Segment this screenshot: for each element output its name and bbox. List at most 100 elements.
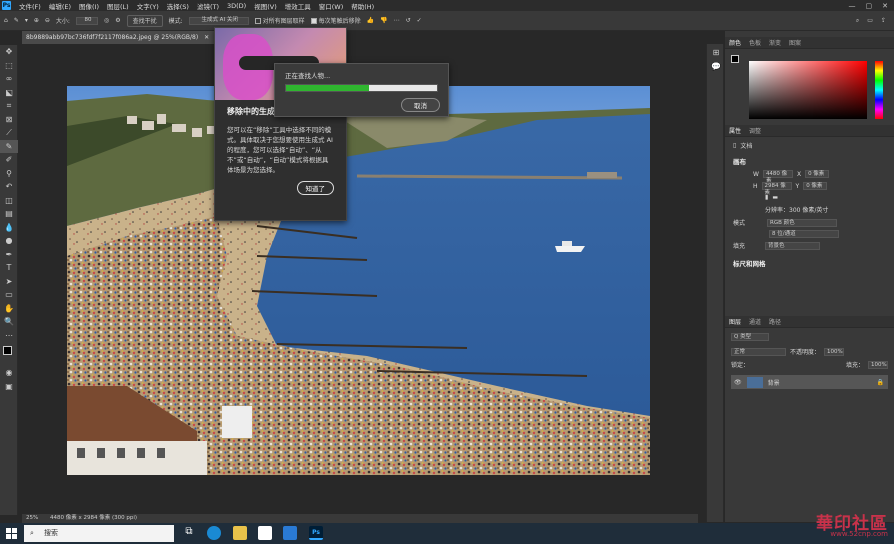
- quick-mask-icon[interactable]: ◉: [0, 366, 18, 380]
- beach-photo[interactable]: [67, 86, 650, 475]
- more-icon[interactable]: ⋯: [394, 15, 400, 27]
- object-select-tool-icon[interactable]: ⬕: [0, 86, 18, 100]
- marquee-tool-icon[interactable]: ⬚: [0, 59, 18, 73]
- share-icon[interactable]: ⇪: [881, 15, 886, 27]
- history-brush-icon[interactable]: ↶: [0, 180, 18, 194]
- menu-3d[interactable]: 3D(D): [223, 2, 250, 10]
- menu-select[interactable]: 选择(S): [163, 1, 193, 11]
- type-tool-icon[interactable]: T: [0, 261, 18, 275]
- saturation-field[interactable]: [749, 61, 867, 119]
- blend-mode-select[interactable]: 正常: [731, 347, 786, 356]
- tab-properties[interactable]: 属性: [729, 126, 741, 135]
- thumbs-down-icon[interactable]: 👎: [380, 15, 387, 27]
- more-tools-icon[interactable]: ⋯: [0, 329, 18, 343]
- visibility-eye-icon[interactable]: 👁: [734, 379, 742, 386]
- eraser-tool-icon[interactable]: ◫: [0, 194, 18, 208]
- menu-window[interactable]: 窗口(W): [315, 1, 348, 11]
- frame-tool-icon[interactable]: ⊠: [0, 113, 18, 127]
- got-it-button[interactable]: 知道了: [296, 181, 334, 195]
- tab-paths[interactable]: 路径: [769, 317, 781, 326]
- taskbar-search-input[interactable]: ⌕ 搜索: [24, 525, 174, 542]
- opacity-input[interactable]: 100%: [824, 347, 845, 356]
- shape-tool-icon[interactable]: ▭: [0, 288, 18, 302]
- sample-all-checkbox[interactable]: 对所有图层取样: [254, 15, 305, 27]
- portrait-icon[interactable]: ▮: [765, 194, 768, 201]
- remove-after-stroke-checkbox[interactable]: 每次笔触后移除: [310, 15, 361, 27]
- fill-opacity-input[interactable]: 100%: [868, 360, 888, 369]
- file-explorer-icon[interactable]: [233, 526, 247, 540]
- menu-view[interactable]: 视图(V): [250, 1, 281, 11]
- home-icon[interactable]: ⌂: [4, 15, 8, 27]
- foreground-color-swatch[interactable]: [3, 346, 12, 355]
- photoshop-logo-icon[interactable]: Ps: [2, 1, 11, 10]
- zoom-tool-icon[interactable]: 🔍: [0, 315, 18, 329]
- workspace-icon[interactable]: ▭: [867, 15, 873, 27]
- screen-mode-icon[interactable]: ▣: [0, 380, 18, 394]
- size-input[interactable]: 80: [75, 16, 98, 25]
- menu-edit[interactable]: 编辑(E): [45, 1, 75, 11]
- maximize-icon[interactable]: ▢: [866, 2, 873, 10]
- task-view-icon[interactable]: ⧉: [182, 526, 196, 540]
- menu-file[interactable]: 文件(F): [15, 1, 45, 11]
- layer-filter-select[interactable]: Q 类型: [731, 333, 769, 341]
- mode-select[interactable]: 生成式 AI 关闭: [188, 16, 249, 25]
- history-panel-icon[interactable]: ⊞: [707, 46, 725, 60]
- crop-tool-icon[interactable]: ⌗: [0, 99, 18, 113]
- remove-tool-icon[interactable]: ✎: [0, 139, 18, 153]
- landscape-icon[interactable]: ▬: [772, 194, 778, 201]
- x-input[interactable]: 0 像素: [805, 170, 830, 178]
- tab-color[interactable]: 颜色: [729, 38, 741, 47]
- store-icon[interactable]: [258, 526, 272, 540]
- bit-depth-select[interactable]: 8 位/通道: [769, 230, 839, 238]
- pressure-icon[interactable]: ◎: [104, 15, 109, 27]
- layer-row-background[interactable]: 👁 背景 🔒: [731, 375, 888, 389]
- foreground-swatch[interactable]: [731, 55, 739, 63]
- gradient-tool-icon[interactable]: ▤: [0, 207, 18, 221]
- close-tab-icon[interactable]: ✕: [204, 34, 209, 41]
- minimize-icon[interactable]: —: [849, 2, 856, 10]
- tab-adjustments[interactable]: 调整: [749, 126, 761, 135]
- brush-tool-icon[interactable]: ✐: [0, 153, 18, 167]
- document-tab[interactable]: 8b9889abb97bc736fdf7f2117f086a2.jpeg @ 2…: [22, 31, 222, 44]
- search-icon[interactable]: ⌕: [856, 15, 859, 27]
- comments-panel-icon[interactable]: 💬: [707, 60, 725, 74]
- y-input[interactable]: 0 像素: [803, 182, 828, 190]
- windows-start-icon[interactable]: [6, 528, 17, 539]
- rulers-grids-title[interactable]: 标尺和网格: [733, 258, 886, 268]
- tab-layers[interactable]: 图层: [729, 317, 741, 326]
- menu-plugins[interactable]: 增效工具: [281, 1, 315, 11]
- tab-swatches[interactable]: 色板: [749, 38, 761, 47]
- blur-tool-icon[interactable]: 💧: [0, 221, 18, 235]
- brush-mode-subtract-icon[interactable]: ⊖: [45, 15, 50, 27]
- settings-gear-icon[interactable]: ⚙: [115, 15, 120, 27]
- thumbs-up-icon[interactable]: 👍: [367, 15, 374, 27]
- mail-icon[interactable]: [283, 526, 297, 540]
- tab-channels[interactable]: 通道: [749, 317, 761, 326]
- reset-icon[interactable]: ↺: [406, 15, 411, 27]
- hand-tool-icon[interactable]: ✋: [0, 302, 18, 316]
- close-icon[interactable]: ✕: [882, 2, 888, 10]
- canvas-section-title[interactable]: 画布: [733, 156, 886, 166]
- photoshop-taskbar-icon[interactable]: Ps: [309, 526, 323, 540]
- cancel-button[interactable]: 取消: [401, 98, 440, 112]
- find-distractions-button[interactable]: 查找干扰: [126, 14, 163, 27]
- menu-layer[interactable]: 图层(L): [103, 1, 133, 11]
- layer-name[interactable]: 背景: [768, 378, 780, 387]
- color-picker[interactable]: [725, 49, 894, 121]
- mode-select[interactable]: RGB 颜色: [767, 218, 838, 227]
- menu-image[interactable]: 图像(I): [75, 1, 103, 11]
- tab-patterns[interactable]: 图案: [789, 38, 801, 47]
- menu-type[interactable]: 文字(Y): [133, 1, 163, 11]
- pen-tool-icon[interactable]: ✒: [0, 248, 18, 262]
- fill-select[interactable]: 背景色: [765, 241, 821, 250]
- commit-check-icon[interactable]: ✓: [417, 15, 422, 27]
- eyedropper-tool-icon[interactable]: ⟋: [0, 126, 18, 140]
- stamp-tool-icon[interactable]: ⚲: [0, 167, 18, 181]
- remove-tool-icon[interactable]: ✎: [14, 15, 19, 27]
- edge-browser-icon[interactable]: [207, 526, 221, 540]
- width-input[interactable]: 4480 像素: [762, 170, 793, 184]
- chevron-down-icon[interactable]: ▾: [25, 15, 28, 27]
- move-tool-icon[interactable]: ✥: [0, 45, 18, 59]
- hue-slider[interactable]: [875, 61, 883, 119]
- lasso-tool-icon[interactable]: ∞: [0, 72, 18, 86]
